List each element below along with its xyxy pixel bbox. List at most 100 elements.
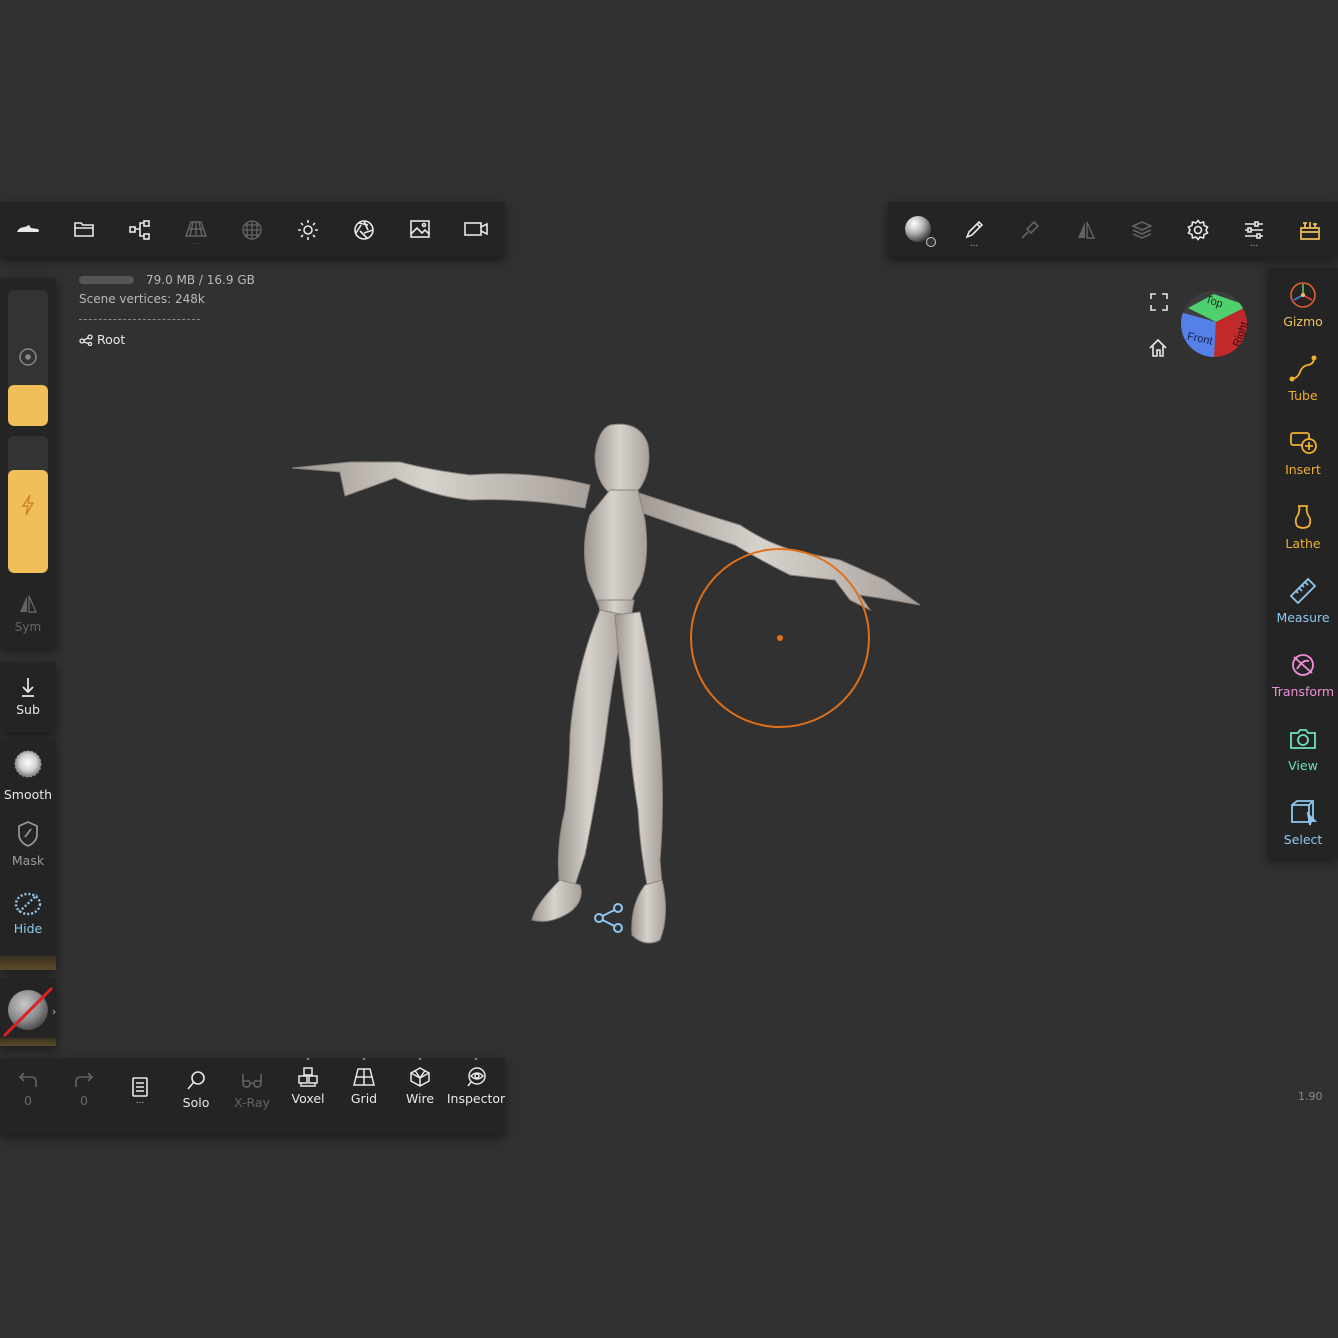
scene-tree-icon[interactable] bbox=[112, 219, 168, 241]
redo-count: 0 bbox=[80, 1093, 88, 1108]
xray-label: X-Ray bbox=[234, 1095, 270, 1110]
grid-button[interactable]: ˄ Grid bbox=[336, 1059, 392, 1107]
lathe-tool[interactable]: Lathe bbox=[1268, 502, 1338, 551]
scene-vertices: Scene vertices: 248k bbox=[79, 292, 205, 306]
insert-tool[interactable]: Insert bbox=[1268, 428, 1338, 477]
sym-toggle[interactable]: Sym bbox=[0, 594, 56, 634]
store-icon[interactable] bbox=[1282, 219, 1338, 241]
info-divider bbox=[79, 319, 200, 320]
mask-shield-icon bbox=[18, 821, 38, 847]
symmetry-icon bbox=[1058, 219, 1114, 241]
project-icon[interactable] bbox=[0, 219, 56, 239]
sub-button[interactable]: Sub bbox=[0, 676, 56, 717]
view-cube[interactable]: Top Front Right bbox=[1178, 288, 1251, 360]
redo-icon bbox=[75, 1072, 94, 1087]
measure-icon bbox=[1289, 577, 1317, 605]
smooth-brush-icon bbox=[14, 750, 42, 778]
stroke-brush-icon bbox=[1002, 219, 1058, 241]
voxel-button[interactable]: ˄ Voxel bbox=[280, 1059, 336, 1107]
lathe-icon bbox=[1294, 505, 1312, 529]
material-sphere-icon bbox=[224, 219, 280, 241]
intensity-slider[interactable] bbox=[8, 436, 48, 573]
transform-tool[interactable]: Transform bbox=[1268, 650, 1338, 699]
voxel-label: Voxel bbox=[291, 1091, 325, 1106]
grid-label: Grid bbox=[350, 1091, 378, 1106]
root-share-icon bbox=[79, 333, 93, 346]
root-label: Root bbox=[97, 332, 126, 347]
scene-doc-button[interactable]: ... bbox=[112, 1076, 168, 1106]
mask-label: Mask bbox=[11, 853, 45, 868]
brush-pen-icon[interactable]: ... bbox=[946, 219, 1002, 249]
transform-label: Transform bbox=[1271, 684, 1335, 699]
mask-tool[interactable]: Mask bbox=[0, 820, 56, 868]
document-icon bbox=[132, 1077, 148, 1097]
pivot-share-icon bbox=[594, 903, 623, 933]
brush-cursor bbox=[690, 548, 870, 728]
measure-label: Measure bbox=[1276, 610, 1330, 625]
matcap-sphere-icon[interactable] bbox=[892, 214, 948, 248]
smooth-label: Smooth bbox=[3, 787, 53, 802]
fullscreen-icon bbox=[1150, 293, 1168, 311]
tube-label: Tube bbox=[1288, 388, 1318, 403]
xray-glasses-icon bbox=[242, 1074, 262, 1088]
lighting-sun-icon[interactable] bbox=[280, 219, 336, 241]
bottom-toolbar: 0 0 ... Solo X-Ray ˄ Voxel ˄ Grid ˄ Wire… bbox=[0, 1058, 505, 1134]
inspector-button[interactable]: ˄ Inspector bbox=[446, 1059, 506, 1107]
settings-gear-icon[interactable] bbox=[1170, 219, 1226, 241]
view-tool[interactable]: View bbox=[1268, 724, 1338, 773]
undo-count: 0 bbox=[24, 1093, 32, 1108]
scene-vertices-label: Scene vertices bbox=[79, 292, 168, 306]
pivot-handle[interactable] bbox=[592, 902, 626, 938]
transform-icon bbox=[1292, 654, 1314, 676]
sym-icon bbox=[20, 595, 38, 613]
wire-label: Wire bbox=[405, 1091, 435, 1106]
gizmo-label: Gizmo bbox=[1283, 314, 1323, 329]
sub-label: Sub bbox=[16, 702, 40, 717]
select-tool[interactable]: Select bbox=[1268, 798, 1338, 847]
sliders-icon[interactable]: ... bbox=[1226, 219, 1282, 249]
gizmo-tool[interactable]: Gizmo bbox=[1268, 280, 1338, 329]
fullscreen-button[interactable] bbox=[1149, 292, 1169, 316]
hide-tool[interactable]: Hide bbox=[0, 890, 56, 936]
image-icon[interactable] bbox=[392, 219, 448, 239]
hide-tool-scroll-hint bbox=[0, 956, 56, 970]
aperture-icon[interactable] bbox=[336, 219, 392, 241]
layers-icon bbox=[1114, 219, 1170, 241]
select-label: Select bbox=[1283, 832, 1323, 847]
scene-doc-more: ... bbox=[135, 1096, 145, 1106]
scene-vertices-value: 248k bbox=[174, 292, 205, 306]
view-label: View bbox=[1288, 758, 1318, 773]
memory-bar bbox=[79, 276, 134, 284]
open-folder-icon[interactable] bbox=[56, 219, 112, 239]
sym-label: Sym bbox=[14, 620, 42, 634]
inspector-label: Inspector bbox=[446, 1091, 506, 1106]
material-panel-edge bbox=[0, 1038, 56, 1046]
hide-icon bbox=[14, 892, 42, 916]
solo-button[interactable]: Solo bbox=[168, 1070, 224, 1110]
wireframe-icon bbox=[410, 1067, 430, 1087]
measure-tool[interactable]: Measure bbox=[1268, 576, 1338, 625]
top-right-toolbar: ... ... bbox=[888, 202, 1338, 257]
solo-label: Solo bbox=[182, 1095, 210, 1110]
xray-button[interactable]: X-Ray bbox=[224, 1070, 280, 1110]
intensity-bolt-icon bbox=[21, 494, 35, 516]
home-view-button[interactable] bbox=[1148, 338, 1168, 362]
inspector-eye-icon bbox=[467, 1067, 486, 1087]
material-panel bbox=[0, 978, 56, 1046]
lathe-label: Lathe bbox=[1285, 536, 1321, 551]
down-arrow-icon bbox=[22, 678, 34, 697]
smooth-tool[interactable]: Smooth bbox=[0, 748, 56, 802]
material-preview[interactable] bbox=[0, 978, 56, 1046]
insert-label: Insert bbox=[1285, 462, 1321, 477]
root-node[interactable]: Root bbox=[79, 332, 125, 347]
undo-icon bbox=[18, 1072, 37, 1087]
left-brush-panel: Sym bbox=[0, 278, 56, 648]
redo-button[interactable]: 0 bbox=[56, 1070, 112, 1108]
wire-button[interactable]: ˄ Wire bbox=[392, 1059, 448, 1107]
topology-icon: ... bbox=[168, 219, 224, 247]
video-camera-icon[interactable] bbox=[448, 219, 504, 239]
tube-tool[interactable]: Tube bbox=[1268, 354, 1338, 403]
radius-slider[interactable] bbox=[8, 290, 48, 426]
scene-vertices-separator: : bbox=[167, 292, 175, 306]
undo-button[interactable]: 0 bbox=[0, 1070, 56, 1108]
